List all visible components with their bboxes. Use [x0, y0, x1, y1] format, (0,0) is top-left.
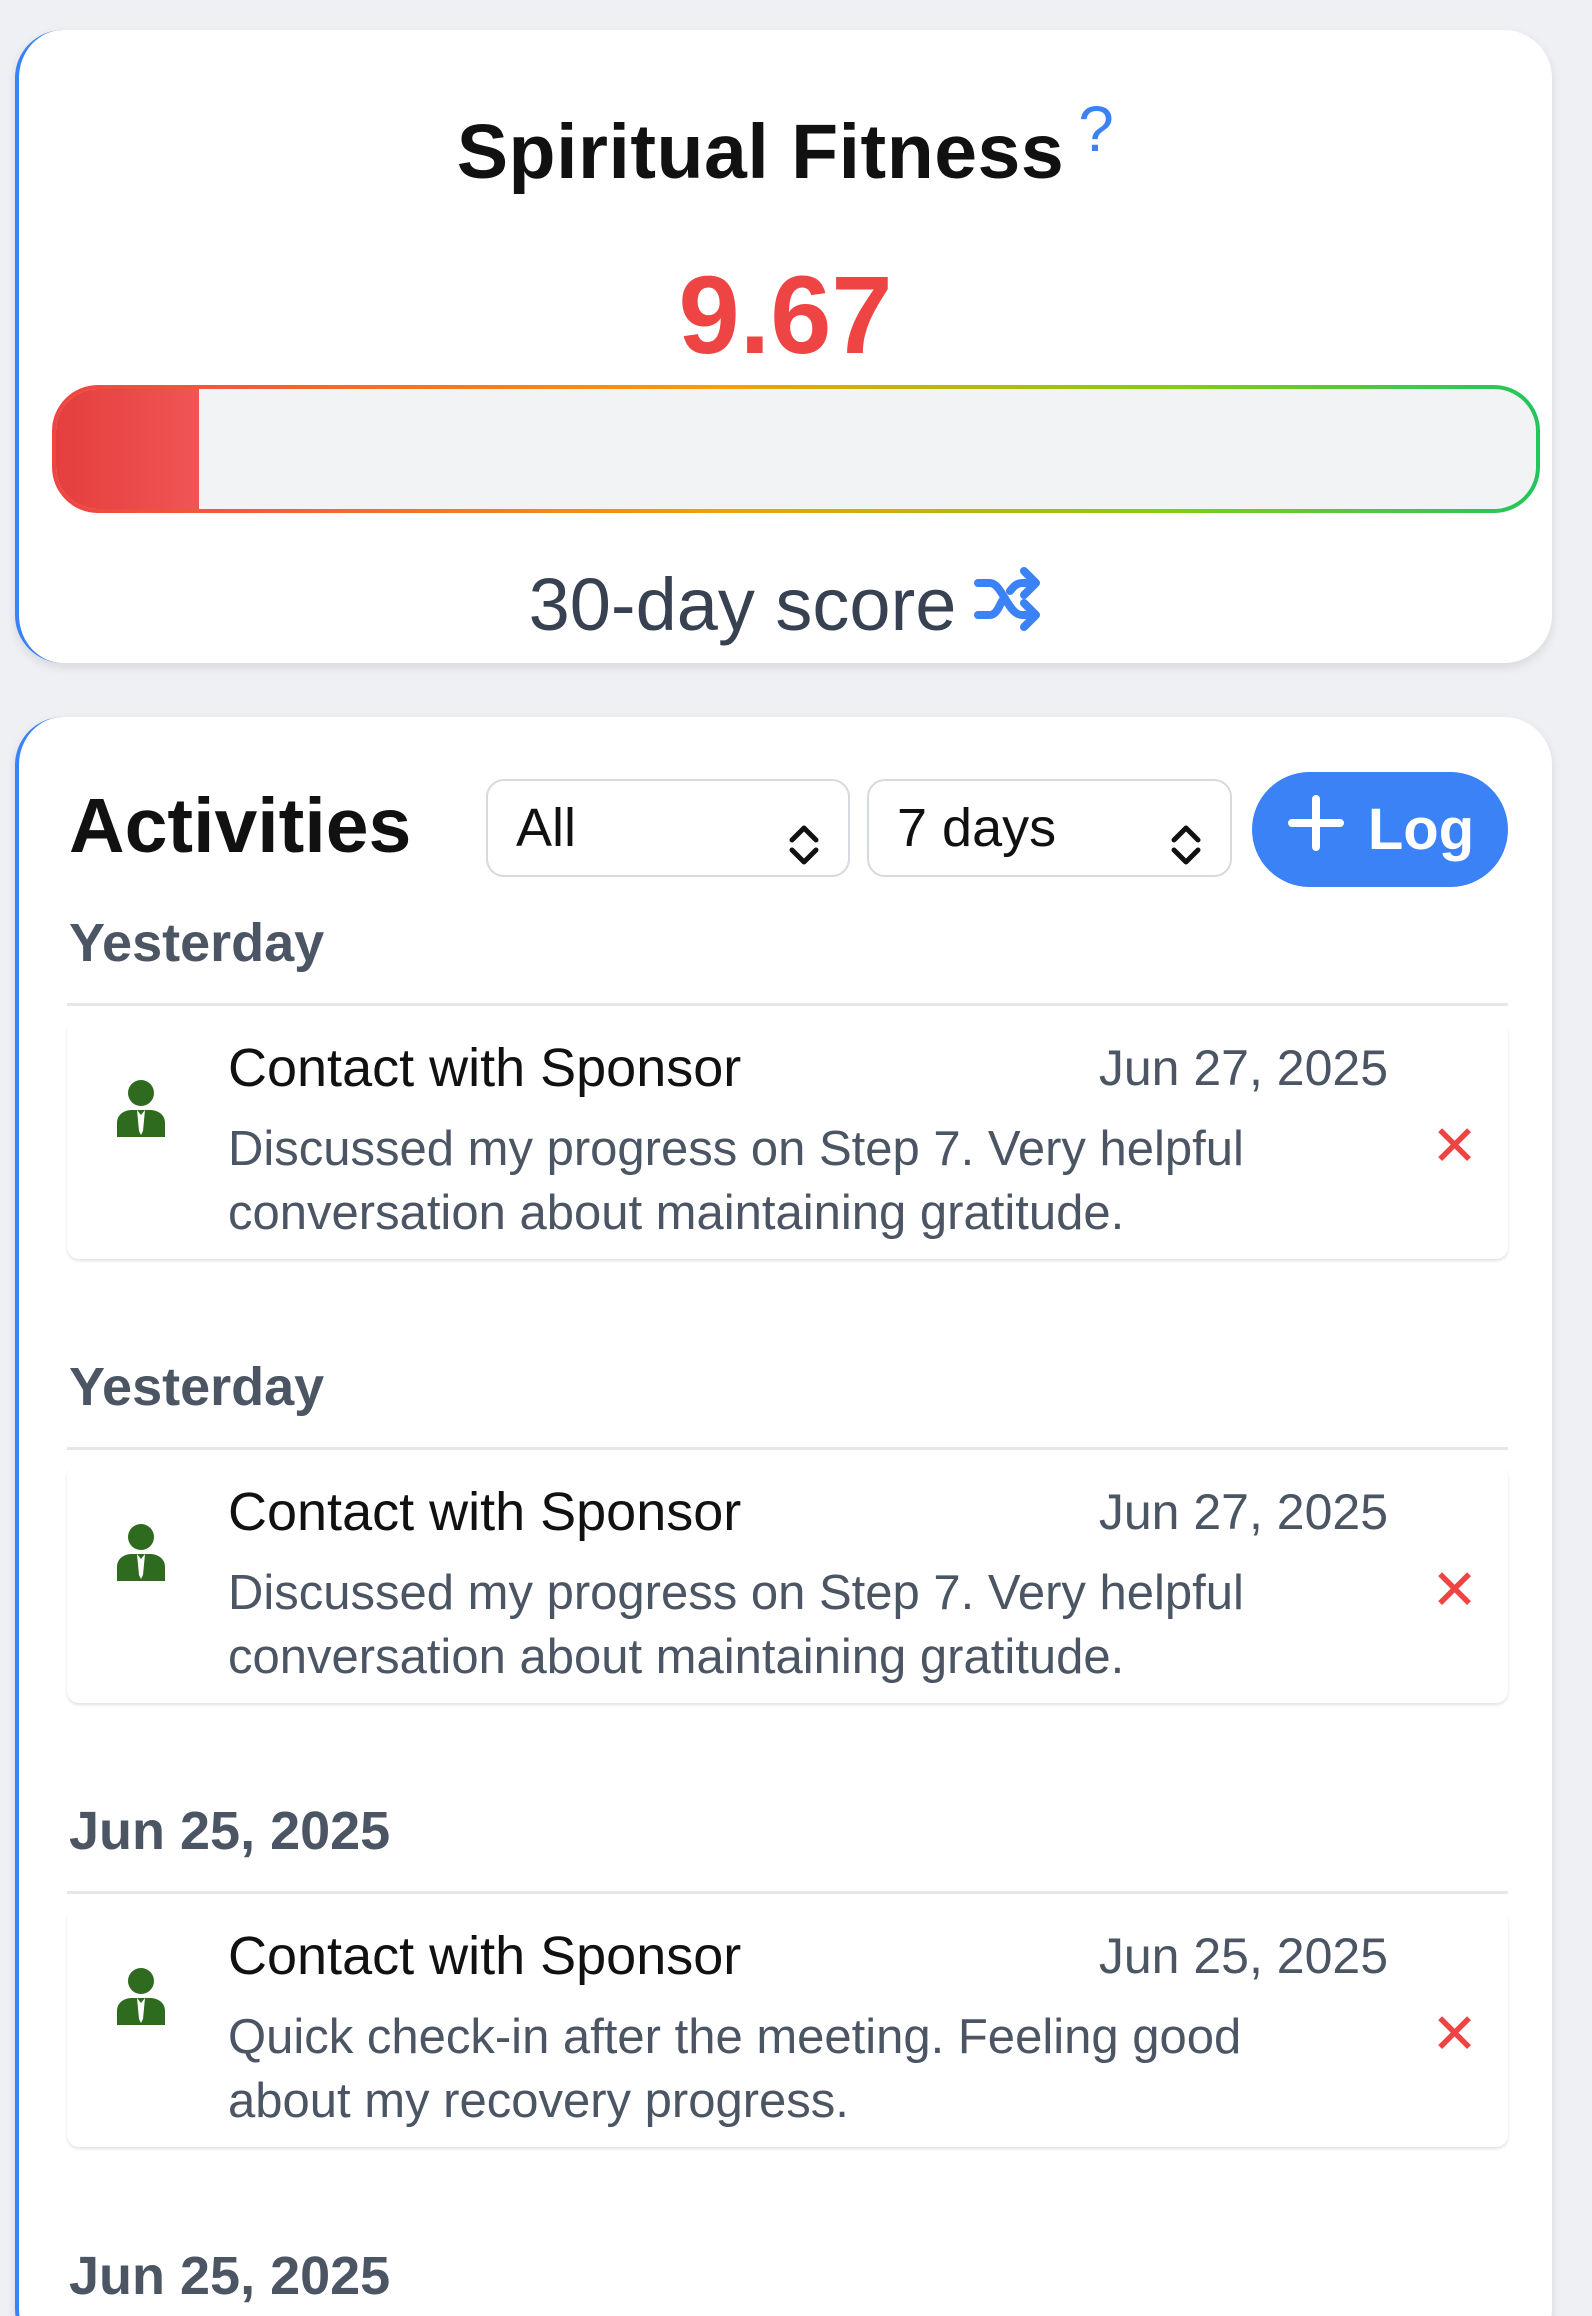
activities-card: Activities All 7 days Log Yesterday Cont… [15, 717, 1552, 2316]
fitness-title-row: Spiritual Fitness? [19, 93, 1552, 197]
activity-entry[interactable]: Contact with Sponsor Jun 27, 2025 Discus… [67, 1021, 1508, 1259]
divider [67, 1003, 1508, 1006]
fitness-title: Spiritual Fitness [456, 109, 1065, 195]
activities-header: Activities All 7 days Log [19, 717, 1552, 887]
group-date-heading: Jun 25, 2025 [69, 2246, 391, 2306]
delete-icon[interactable]: ✕ [1431, 1557, 1478, 1623]
progress-track [56, 389, 1536, 509]
delete-icon[interactable]: ✕ [1431, 2001, 1478, 2067]
plus-icon [1286, 793, 1346, 867]
fitness-score: 9.67 [678, 254, 893, 377]
divider [67, 1447, 1508, 1450]
activity-date: Jun 27, 2025 [1098, 1484, 1388, 1540]
group-date-heading: Yesterday [69, 1357, 325, 1417]
activity-entry[interactable]: Contact with Sponsor Jun 25, 2025 Quick … [67, 1909, 1508, 2147]
log-button-label: Log [1367, 797, 1475, 862]
page: Spiritual Fitness? 9.67 30-day score Act… [0, 0, 1592, 2316]
activity-title: Contact with Sponsor [228, 1482, 742, 1542]
activity-note: Discussed my progress on Step 7. Very he… [228, 1122, 1244, 1240]
activity-date: Jun 25, 2025 [1098, 1928, 1388, 1984]
date-range-value: 7 days [897, 798, 1057, 858]
activity-entry[interactable]: Contact with Sponsor Jun 27, 2025 Discus… [67, 1465, 1508, 1703]
spiritual-fitness-card: Spiritual Fitness? 9.67 30-day score [15, 30, 1552, 663]
progress-fill [56, 389, 200, 509]
person-icon [115, 1967, 167, 2030]
person-icon [115, 1523, 167, 1586]
activity-type-value: All [516, 798, 577, 858]
person-icon [115, 1079, 167, 1142]
help-icon[interactable]: ? [1078, 92, 1114, 166]
group-date-heading: Yesterday [69, 913, 325, 973]
log-activity-button[interactable]: Log [1252, 772, 1508, 887]
activity-note: Quick check-in after the meeting. Feelin… [228, 2010, 1242, 2128]
score-period-label: 30-day score [528, 563, 957, 646]
activity-date: Jun 27, 2025 [1098, 1040, 1388, 1096]
date-range-select[interactable]: 7 days [867, 779, 1232, 877]
activity-note: Discussed my progress on Step 7. Very he… [228, 1566, 1244, 1684]
activity-title: Contact with Sponsor [228, 1926, 742, 1986]
group-date-heading: Jun 25, 2025 [69, 1801, 391, 1861]
activities-title: Activities [69, 783, 412, 869]
activity-type-select[interactable]: All [486, 779, 850, 877]
divider [67, 1891, 1508, 1894]
select-chevrons-icon [784, 805, 824, 899]
shuffle-icon[interactable] [974, 563, 1042, 648]
fitness-progress-bar [52, 385, 1540, 513]
activity-title: Contact with Sponsor [228, 1038, 742, 1098]
delete-icon[interactable]: ✕ [1431, 1113, 1478, 1179]
score-period-toggle[interactable]: 30-day score [19, 562, 1552, 648]
select-chevrons-icon [1166, 805, 1206, 899]
